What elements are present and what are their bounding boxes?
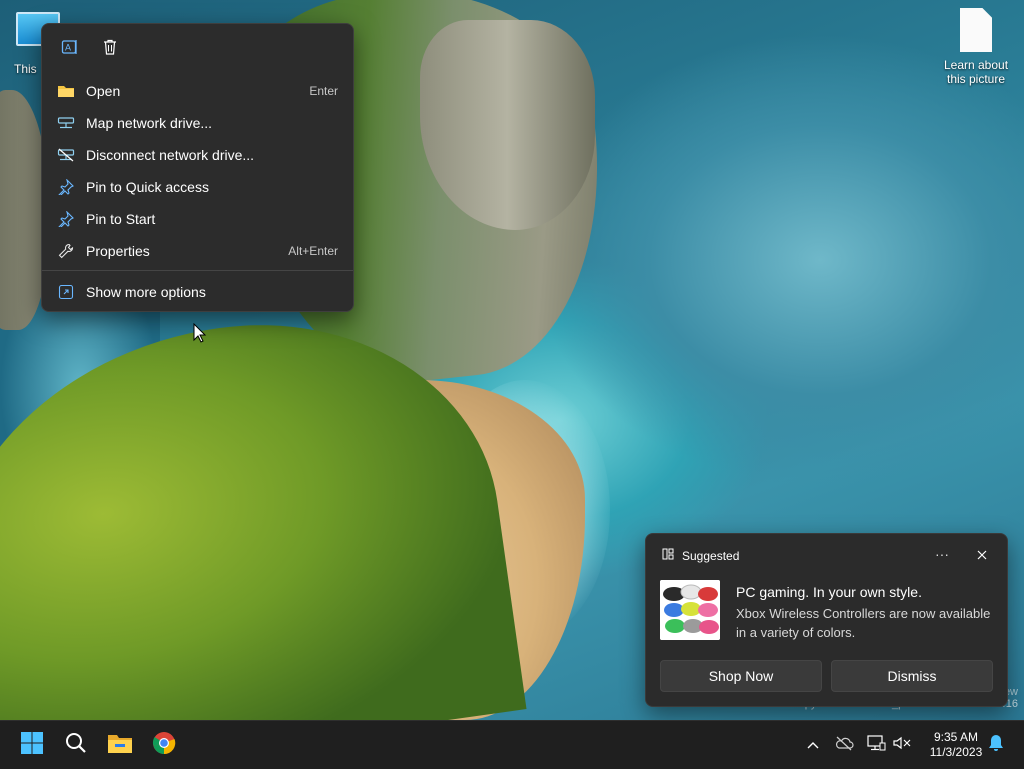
context-menu-separator <box>42 270 353 271</box>
more-options-button[interactable]: ··· <box>932 546 952 562</box>
close-icon <box>977 547 987 565</box>
pin-icon <box>56 209 76 229</box>
close-notification-button[interactable] <box>972 546 992 566</box>
menu-item-label: Disconnect network drive... <box>86 147 255 163</box>
taskbar-clock[interactable]: 9:35 AM 11/3/2023 <box>918 730 994 760</box>
trash-icon <box>101 38 119 59</box>
notification-title: PC gaming. In your own style. <box>736 584 922 600</box>
search-icon <box>64 731 88 760</box>
desktop-icon-label: Learn about this picture <box>943 58 1009 86</box>
taskbar: 9:35 AM 11/3/2023 <box>0 720 1024 769</box>
desktop-icon-learn-about-picture[interactable]: Learn about this picture <box>936 8 1016 86</box>
wrench-icon <box>56 241 76 261</box>
chrome-icon <box>152 731 176 760</box>
menu-item-show-more-options[interactable]: Show more options <box>46 277 349 307</box>
folder-icon <box>56 81 76 101</box>
start-button[interactable] <box>16 729 48 761</box>
clock-time: 9:35 AM <box>933 730 979 744</box>
menu-item-pin-quick-access[interactable]: Pin to Quick access <box>46 172 349 202</box>
pin-icon <box>56 177 76 197</box>
bell-icon <box>988 734 1004 757</box>
file-explorer-button[interactable] <box>104 729 136 761</box>
menu-item-properties[interactable]: Properties Alt+Enter <box>46 236 349 266</box>
menu-item-open[interactable]: Open Enter <box>46 76 349 106</box>
menu-item-pin-to-start[interactable]: Pin to Start <box>46 204 349 234</box>
shop-now-button[interactable]: Shop Now <box>660 660 822 692</box>
context-menu-quick-actions: A <box>42 24 353 72</box>
menu-item-shortcut: Enter <box>309 84 338 98</box>
notification-body: Xbox Wireless Controllers are now availa… <box>736 606 991 640</box>
disconnect-drive-icon <box>56 145 76 165</box>
show-hidden-icons-button[interactable] <box>803 735 823 755</box>
onedrive-button[interactable] <box>834 735 854 755</box>
context-menu: A Open Enter Map network drive... Discon… <box>41 23 354 312</box>
menu-item-label: Properties <box>86 243 150 259</box>
tips-icon <box>662 548 674 563</box>
chrome-button[interactable] <box>148 729 180 761</box>
svg-text:A: A <box>65 42 71 52</box>
menu-item-label: Pin to Quick access <box>86 179 209 195</box>
xbox-controllers-image <box>660 580 720 640</box>
menu-item-label: Show more options <box>86 284 206 300</box>
more-icon: ··· <box>935 546 949 562</box>
volume-button[interactable] <box>892 735 912 755</box>
menu-item-label: Map network drive... <box>86 115 213 131</box>
volume-muted-icon <box>892 735 912 756</box>
network-icon <box>866 734 886 757</box>
dismiss-button[interactable]: Dismiss <box>831 660 993 692</box>
windows-start-icon <box>20 731 44 760</box>
menu-item-shortcut: Alt+Enter <box>288 244 338 258</box>
mouse-cursor-icon <box>193 322 207 348</box>
menu-item-map-network-drive[interactable]: Map network drive... <box>46 108 349 138</box>
clock-date: 11/3/2023 <box>929 745 983 759</box>
chevron-up-icon <box>807 736 819 754</box>
search-button[interactable] <box>60 729 92 761</box>
menu-item-label: Pin to Start <box>86 211 156 227</box>
copilot-icon: A <box>61 38 79 59</box>
menu-item-label: Open <box>86 83 121 99</box>
map-drive-icon <box>56 113 76 133</box>
document-icon <box>960 8 992 52</box>
rename-button[interactable]: A <box>54 32 86 64</box>
notification-header: Suggested <box>662 548 739 563</box>
notifications-button[interactable] <box>986 734 1006 757</box>
notification-source: Suggested <box>682 548 740 563</box>
delete-button[interactable] <box>94 32 126 64</box>
onedrive-offline-icon <box>834 735 854 756</box>
network-button[interactable] <box>866 734 886 757</box>
notification-toast: Suggested ··· PC gaming. In your own sty… <box>645 533 1008 707</box>
file-explorer-icon <box>107 732 133 759</box>
show-more-icon <box>56 282 76 302</box>
menu-item-disconnect-network-drive[interactable]: Disconnect network drive... <box>46 140 349 170</box>
